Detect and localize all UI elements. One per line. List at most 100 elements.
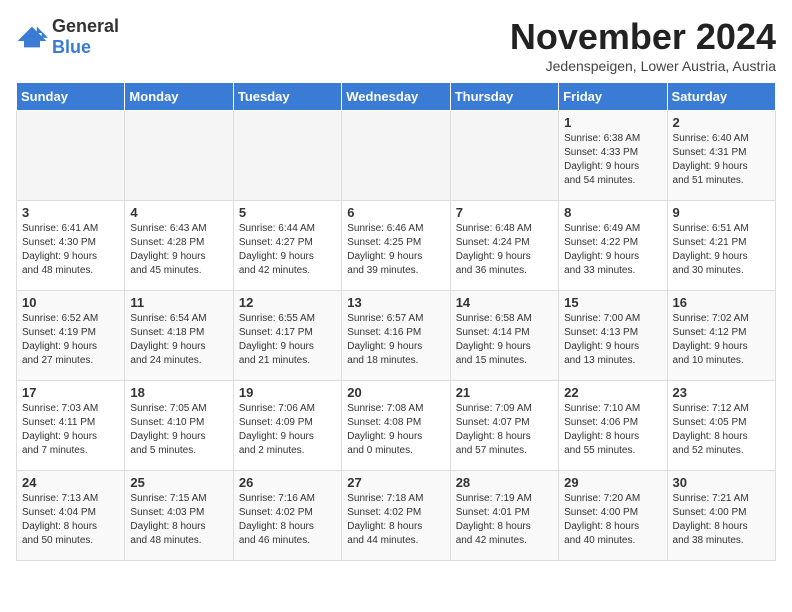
day-number: 21 (456, 385, 553, 400)
week-row-3: 10 Sunrise: 6:52 AM Sunset: 4:19 PM Dayli… (17, 291, 776, 381)
day-number: 8 (564, 205, 661, 220)
day-number: 18 (130, 385, 227, 400)
week-row-5: 24 Sunrise: 7:13 AM Sunset: 4:04 PM Dayli… (17, 471, 776, 561)
calendar-cell: 12 Sunrise: 6:55 AM Sunset: 4:17 PM Dayli… (233, 291, 341, 381)
day-number: 13 (347, 295, 444, 310)
calendar-cell: 10 Sunrise: 6:52 AM Sunset: 4:19 PM Dayli… (17, 291, 125, 381)
day-number: 11 (130, 295, 227, 310)
day-info: Sunrise: 6:44 AM Sunset: 4:27 PM Dayligh… (239, 223, 315, 276)
calendar-cell: 24 Sunrise: 7:13 AM Sunset: 4:04 PM Dayli… (17, 471, 125, 561)
day-info: Sunrise: 6:57 AM Sunset: 4:16 PM Dayligh… (347, 313, 423, 366)
day-info: Sunrise: 6:43 AM Sunset: 4:28 PM Dayligh… (130, 223, 206, 276)
day-number: 28 (456, 475, 553, 490)
day-number: 14 (456, 295, 553, 310)
day-info: Sunrise: 7:20 AM Sunset: 4:00 PM Dayligh… (564, 493, 640, 546)
day-number: 22 (564, 385, 661, 400)
weekday-sunday: Sunday (17, 83, 125, 111)
day-number: 10 (22, 295, 119, 310)
calendar-cell: 3Sunrise: 6:41 AM Sunset: 4:30 PM Daylig… (17, 201, 125, 291)
day-info: Sunrise: 7:10 AM Sunset: 4:06 PM Dayligh… (564, 403, 640, 456)
day-info: Sunrise: 6:46 AM Sunset: 4:25 PM Dayligh… (347, 223, 423, 276)
calendar-cell: 9Sunrise: 6:51 AM Sunset: 4:21 PM Daylig… (667, 201, 775, 291)
day-info: Sunrise: 6:38 AM Sunset: 4:33 PM Dayligh… (564, 133, 640, 186)
calendar-cell: 29 Sunrise: 7:20 AM Sunset: 4:00 PM Dayli… (559, 471, 667, 561)
calendar-cell: 23 Sunrise: 7:12 AM Sunset: 4:05 PM Dayli… (667, 381, 775, 471)
day-number: 29 (564, 475, 661, 490)
day-info: Sunrise: 7:08 AM Sunset: 4:08 PM Dayligh… (347, 403, 423, 456)
calendar-cell: 8 Sunrise: 6:49 AM Sunset: 4:22 PM Daylig… (559, 201, 667, 291)
day-info: Sunrise: 7:19 AM Sunset: 4:01 PM Dayligh… (456, 493, 532, 546)
logo: General Blue (16, 16, 119, 58)
day-info: Sunrise: 6:58 AM Sunset: 4:14 PM Dayligh… (456, 313, 532, 366)
week-row-2: 3Sunrise: 6:41 AM Sunset: 4:30 PM Daylig… (17, 201, 776, 291)
day-info: Sunrise: 7:13 AM Sunset: 4:04 PM Dayligh… (22, 493, 98, 546)
day-number: 5 (239, 205, 336, 220)
day-number: 7 (456, 205, 553, 220)
month-title: November 2024 (510, 16, 776, 58)
day-number: 1 (564, 115, 661, 130)
calendar-cell: 5 Sunrise: 6:44 AM Sunset: 4:27 PM Daylig… (233, 201, 341, 291)
calendar-cell: 22 Sunrise: 7:10 AM Sunset: 4:06 PM Dayli… (559, 381, 667, 471)
calendar-cell (450, 111, 558, 201)
calendar-cell: 25 Sunrise: 7:15 AM Sunset: 4:03 PM Dayli… (125, 471, 233, 561)
weekday-header-row: SundayMondayTuesdayWednesdayThursdayFrid… (17, 83, 776, 111)
day-info: Sunrise: 7:02 AM Sunset: 4:12 PM Dayligh… (673, 313, 749, 366)
day-number: 24 (22, 475, 119, 490)
calendar-cell: 1 Sunrise: 6:38 AM Sunset: 4:33 PM Daylig… (559, 111, 667, 201)
calendar-cell: 20Sunrise: 7:08 AM Sunset: 4:08 PM Dayli… (342, 381, 450, 471)
day-info: Sunrise: 6:41 AM Sunset: 4:30 PM Dayligh… (22, 223, 98, 276)
weekday-saturday: Saturday (667, 83, 775, 111)
day-number: 27 (347, 475, 444, 490)
day-number: 16 (673, 295, 770, 310)
calendar-cell: 15Sunrise: 7:00 AM Sunset: 4:13 PM Dayli… (559, 291, 667, 381)
day-number: 12 (239, 295, 336, 310)
day-number: 4 (130, 205, 227, 220)
day-number: 23 (673, 385, 770, 400)
day-number: 26 (239, 475, 336, 490)
calendar-cell: 6 Sunrise: 6:46 AM Sunset: 4:25 PM Daylig… (342, 201, 450, 291)
day-info: Sunrise: 6:55 AM Sunset: 4:17 PM Dayligh… (239, 313, 315, 366)
day-info: Sunrise: 6:40 AM Sunset: 4:31 PM Dayligh… (673, 133, 749, 186)
day-info: Sunrise: 7:21 AM Sunset: 4:00 PM Dayligh… (673, 493, 749, 546)
logo-general: General (52, 16, 119, 36)
calendar-cell: 28 Sunrise: 7:19 AM Sunset: 4:01 PM Dayli… (450, 471, 558, 561)
day-number: 17 (22, 385, 119, 400)
logo-wordmark: General Blue (52, 16, 119, 58)
calendar-cell: 26Sunrise: 7:16 AM Sunset: 4:02 PM Dayli… (233, 471, 341, 561)
calendar-cell (125, 111, 233, 201)
calendar-cell (233, 111, 341, 201)
calendar-cell: 16 Sunrise: 7:02 AM Sunset: 4:12 PM Dayli… (667, 291, 775, 381)
calendar-cell: 21Sunrise: 7:09 AM Sunset: 4:07 PM Dayli… (450, 381, 558, 471)
day-info: Sunrise: 6:52 AM Sunset: 4:19 PM Dayligh… (22, 313, 98, 366)
day-number: 30 (673, 475, 770, 490)
calendar-cell: 14 Sunrise: 6:58 AM Sunset: 4:14 PM Dayli… (450, 291, 558, 381)
weekday-thursday: Thursday (450, 83, 558, 111)
day-number: 19 (239, 385, 336, 400)
calendar-table: SundayMondayTuesdayWednesdayThursdayFrid… (16, 82, 776, 561)
weekday-monday: Monday (125, 83, 233, 111)
day-number: 6 (347, 205, 444, 220)
calendar-cell (17, 111, 125, 201)
logo-icon (16, 25, 48, 49)
day-info: Sunrise: 6:49 AM Sunset: 4:22 PM Dayligh… (564, 223, 640, 276)
title-area: November 2024 Jedenspeigen, Lower Austri… (510, 16, 776, 74)
week-row-1: 1 Sunrise: 6:38 AM Sunset: 4:33 PM Daylig… (17, 111, 776, 201)
day-info: Sunrise: 7:03 AM Sunset: 4:11 PM Dayligh… (22, 403, 98, 456)
day-info: Sunrise: 7:00 AM Sunset: 4:13 PM Dayligh… (564, 313, 640, 366)
logo-blue: Blue (52, 37, 91, 57)
day-info: Sunrise: 7:12 AM Sunset: 4:05 PM Dayligh… (673, 403, 749, 456)
weekday-wednesday: Wednesday (342, 83, 450, 111)
weekday-friday: Friday (559, 83, 667, 111)
day-info: Sunrise: 7:18 AM Sunset: 4:02 PM Dayligh… (347, 493, 423, 546)
day-number: 9 (673, 205, 770, 220)
day-info: Sunrise: 7:15 AM Sunset: 4:03 PM Dayligh… (130, 493, 206, 546)
calendar-cell: 30 Sunrise: 7:21 AM Sunset: 4:00 PM Dayli… (667, 471, 775, 561)
header: General Blue November 2024 Jedenspeigen,… (16, 16, 776, 74)
day-number: 25 (130, 475, 227, 490)
week-row-4: 17 Sunrise: 7:03 AM Sunset: 4:11 PM Dayli… (17, 381, 776, 471)
calendar-cell: 27 Sunrise: 7:18 AM Sunset: 4:02 PM Dayli… (342, 471, 450, 561)
calendar-cell: 13 Sunrise: 6:57 AM Sunset: 4:16 PM Dayli… (342, 291, 450, 381)
location-subtitle: Jedenspeigen, Lower Austria, Austria (510, 58, 776, 74)
calendar-cell: 19 Sunrise: 7:06 AM Sunset: 4:09 PM Dayli… (233, 381, 341, 471)
day-info: Sunrise: 7:06 AM Sunset: 4:09 PM Dayligh… (239, 403, 315, 456)
